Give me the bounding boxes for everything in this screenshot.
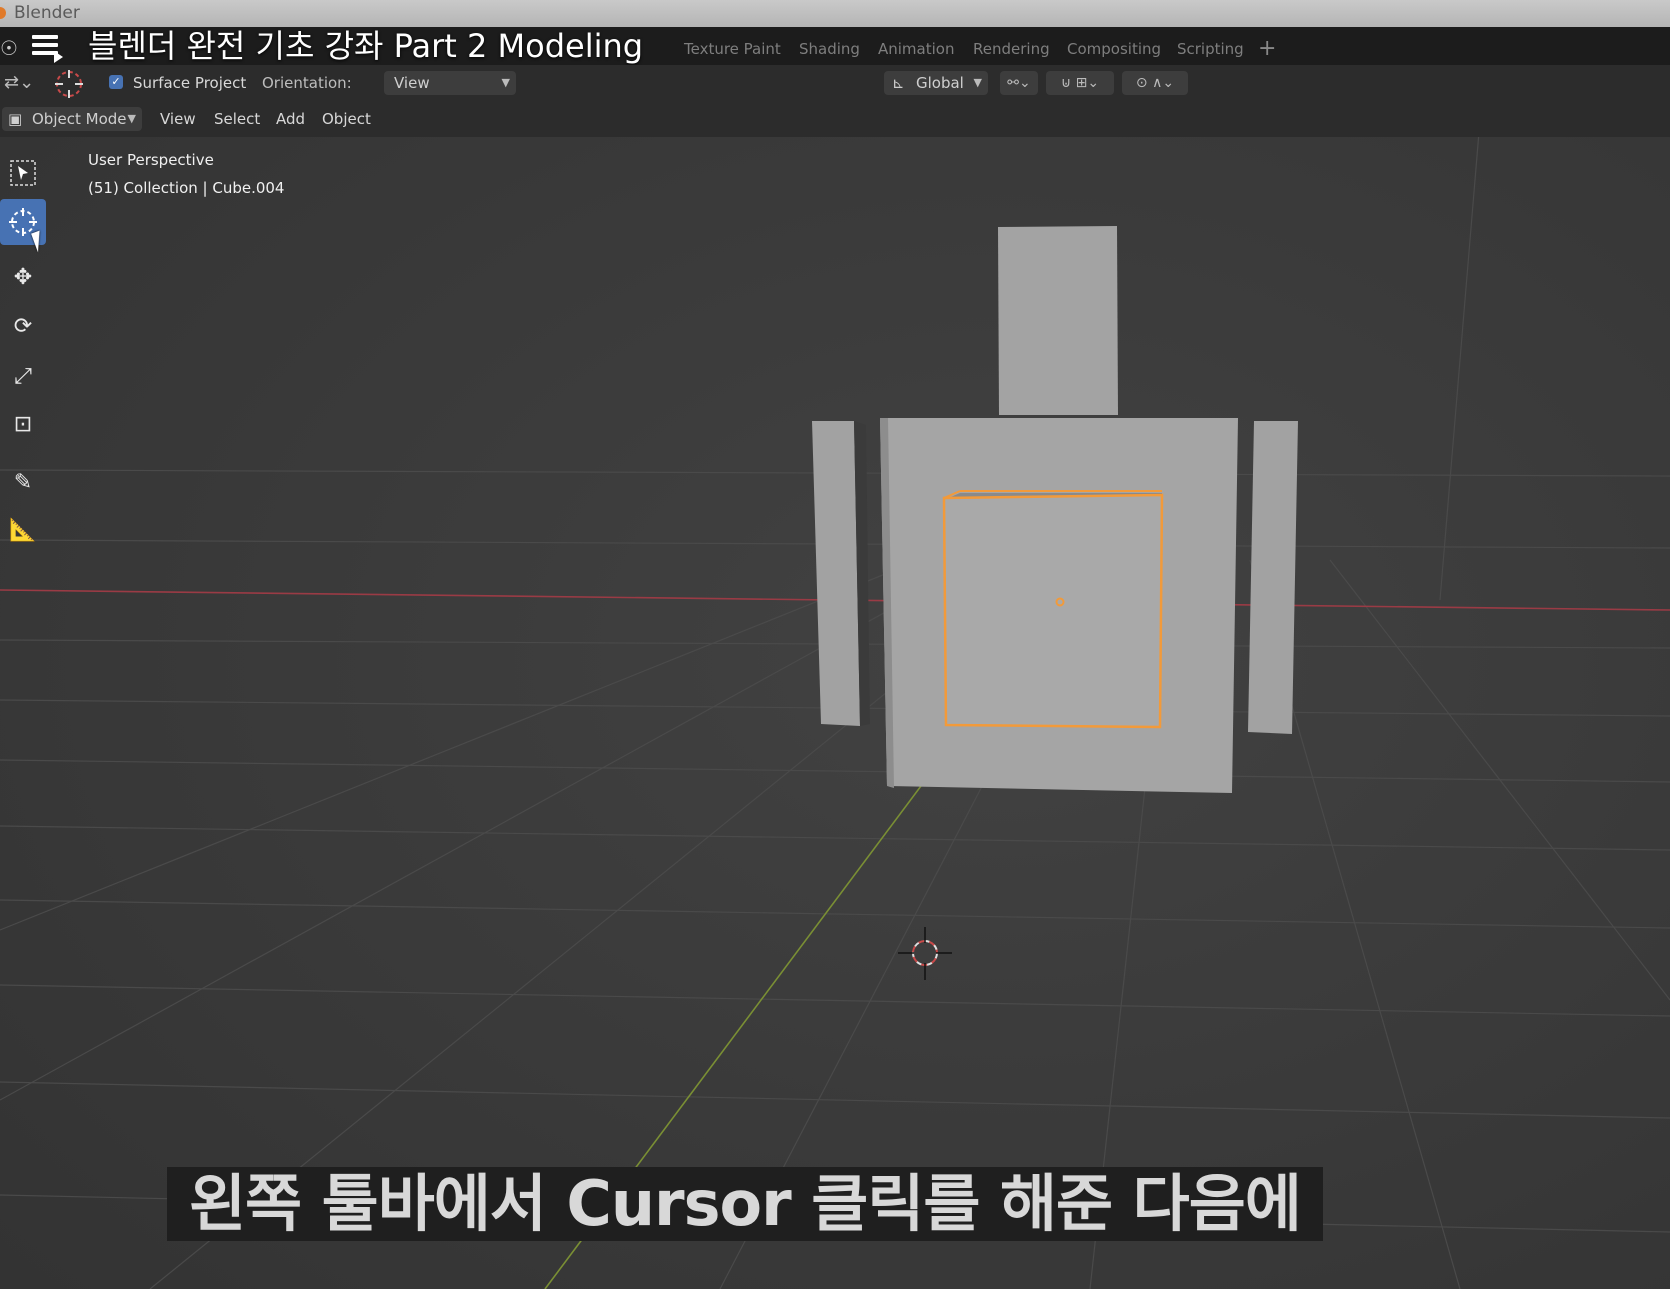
snapping-controls[interactable]: ⊍ ⊞⌄ (1046, 71, 1114, 95)
transform-icon: ⊡ (13, 411, 33, 437)
window-titlebar: Blender (0, 0, 1670, 27)
proportional-editing-controls[interactable]: ⊙ ∧⌄ (1122, 71, 1188, 95)
selected-cube[interactable] (942, 493, 1164, 729)
play-icon (54, 51, 63, 63)
rotate-tool[interactable]: ⟳ (0, 303, 46, 349)
object-mode-icon: ▣ (8, 110, 23, 128)
menu-object[interactable]: Object (322, 101, 371, 137)
add-workspace-icon[interactable]: + (1258, 27, 1276, 70)
measure-icon: 📐 (9, 517, 37, 543)
chevron-down-icon: ▼ (501, 76, 510, 89)
viewport-scene (0, 137, 1670, 1289)
annotate-icon: ✎ (13, 469, 33, 495)
menu-select[interactable]: Select (214, 101, 260, 137)
transform-orientation-dropdown[interactable]: ⊾ Global ▼ (884, 71, 988, 95)
move-tool[interactable]: ✥ (0, 254, 46, 300)
video-title: 블렌더 완전 기초 강좌 Part 2 Modeling (88, 27, 644, 65)
select-box-icon (10, 160, 36, 186)
3d-viewport[interactable] (0, 137, 1670, 1289)
top-bar: ☉ 블렌더 완전 기초 강좌 Part 2 Modeling Texture P… (0, 27, 1670, 65)
right-arm-block[interactable] (1248, 421, 1298, 734)
scale-tool[interactable]: ⤢ (0, 353, 46, 399)
measure-tool[interactable]: 📐 (0, 507, 46, 553)
tool-options-icon[interactable]: ⇄⌄ (4, 65, 34, 101)
blender-menu-icon[interactable]: ☉ (0, 36, 18, 60)
pivot-point-dropdown[interactable]: ⚯⌄ (1000, 71, 1038, 95)
move-icon: ✥ (13, 264, 33, 290)
select-box-tool[interactable] (0, 150, 46, 196)
orientation-dropdown[interactable]: View ▼ (384, 71, 516, 95)
transform-tool[interactable]: ⊡ (0, 401, 46, 447)
window-title: Blender (14, 3, 80, 23)
chevron-down-icon: ▼ (127, 112, 136, 125)
collection-info: (51) Collection | Cube.004 (88, 179, 285, 197)
perspective-label: User Perspective (88, 151, 214, 169)
rotate-icon: ⟳ (13, 313, 33, 339)
tool-settings-bar: ⇄⌄ ✓ Surface Project Orientation: View ▼ … (0, 65, 1670, 101)
annotate-tool[interactable]: ✎ (0, 459, 46, 505)
pivot-icon: ⚯⌄ (1007, 75, 1031, 91)
axes-icon: ⊾ (892, 74, 905, 92)
menu-view[interactable]: View (160, 101, 196, 137)
proportional-edit-icon: ⊙ ∧⌄ (1135, 75, 1175, 91)
surface-project-toggle[interactable]: ✓ Surface Project (109, 65, 246, 101)
orientation-value: View (394, 74, 430, 92)
head-block[interactable] (998, 226, 1118, 415)
cursor-tool-icon (55, 70, 83, 98)
snap-magnet-icon: ⊍ ⊞⌄ (1060, 75, 1100, 91)
video-subtitle: 왼쪽 툴바에서 Cursor 클릭를 해준 다음에 (167, 1167, 1323, 1241)
object-mode-dropdown[interactable]: ▣ Object Mode ▼ (2, 107, 142, 131)
menu-add[interactable]: Add (276, 101, 305, 137)
surface-project-label: Surface Project (133, 74, 247, 92)
viewport-header: ▣ Object Mode ▼ View Select Add Object (0, 101, 1670, 137)
blender-logo-icon (0, 7, 6, 19)
chevron-down-icon: ▼ (973, 76, 982, 89)
orientation-label: Orientation: (262, 74, 352, 92)
scale-icon: ⤢ (14, 363, 32, 389)
checkbox-checked-icon: ✓ (109, 74, 123, 89)
transform-orientation-value: Global (916, 74, 964, 92)
object-mode-label: Object Mode (32, 110, 127, 128)
